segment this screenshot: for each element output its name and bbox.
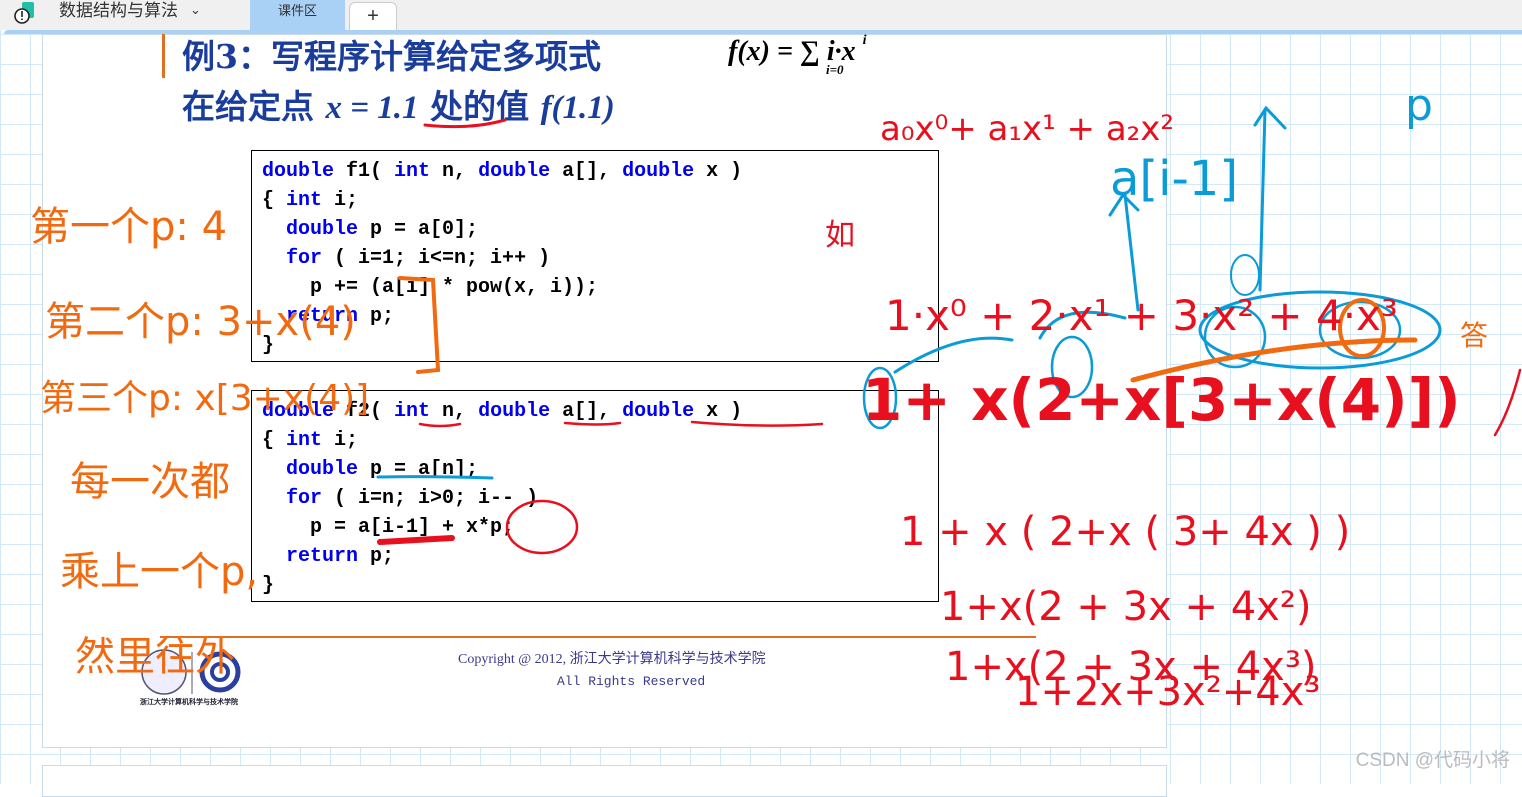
- code-keyword: for: [286, 487, 322, 510]
- code-text: [262, 247, 286, 270]
- chevron-down-icon[interactable]: ⌄: [190, 0, 201, 20]
- code-keyword: int: [286, 189, 322, 212]
- code-line: }: [262, 571, 938, 600]
- title-x-value: x = 1.1: [326, 90, 419, 126]
- code-line: p += (a[i] * pow(x, i));: [262, 273, 938, 302]
- code-line: double f2( int n, double a[], double x ): [262, 397, 938, 426]
- code-text: ( i=n; i>0; i-- ): [322, 487, 538, 510]
- code-text: p += (a[i] * pow(x, i));: [262, 276, 598, 299]
- code-text: a[],: [550, 400, 622, 423]
- code-keyword: double: [478, 400, 550, 423]
- code-line: { int i;: [262, 186, 938, 215]
- code-keyword: double: [262, 160, 334, 183]
- title-f-value: f(1.1): [541, 90, 615, 126]
- code-text: p = a[0];: [358, 218, 478, 241]
- code-keyword: int: [286, 429, 322, 452]
- code-text: p;: [358, 305, 394, 328]
- code-text: n,: [430, 400, 478, 423]
- formula-exponent: i: [863, 33, 867, 48]
- footer-rule: [160, 636, 1036, 638]
- code-keyword: int: [394, 160, 430, 183]
- formula: f(x) = ∑ i·x i i=0: [728, 36, 867, 68]
- code-line: }: [262, 331, 938, 360]
- code-keyword: return: [286, 545, 358, 568]
- slide-title-line2: 在给定点 x = 1.1 处的值 f(1.1): [182, 80, 615, 128]
- code-text: p = a[n];: [358, 458, 478, 481]
- code-line: for ( i=n; i>0; i-- ): [262, 484, 938, 513]
- next-slide-page: [42, 765, 1167, 797]
- code-line: return p;: [262, 542, 938, 571]
- slide-title-line1: 例3：写程序计算给定多项式: [182, 30, 601, 78]
- code-text: [262, 305, 286, 328]
- code-keyword: return: [286, 305, 358, 328]
- code-line: double p = a[0];: [262, 215, 938, 244]
- code-keyword: int: [394, 400, 430, 423]
- code-text: [262, 218, 286, 241]
- code-line: double f1( int n, double a[], double x ): [262, 157, 938, 186]
- code-block-f1: double f1( int n, double a[], double x )…: [251, 150, 939, 362]
- code-text: {: [262, 429, 286, 452]
- notebook-title[interactable]: 数据结构与算法: [59, 0, 178, 22]
- code-text: i;: [322, 429, 358, 452]
- code-text: a[],: [550, 160, 622, 183]
- code-text: x ): [694, 160, 742, 183]
- code-keyword: double: [622, 400, 694, 423]
- copyright-text: Copyright @ 2012, 浙江大学计算机科学与技术学院: [458, 648, 766, 668]
- code-keyword: double: [478, 160, 550, 183]
- code-keyword: double: [286, 218, 358, 241]
- code-text: x ): [694, 400, 742, 423]
- add-section-button[interactable]: +: [349, 2, 397, 31]
- code-line: return p;: [262, 302, 938, 331]
- code-keyword: for: [286, 247, 322, 270]
- rights-text: All Rights Reserved: [557, 674, 705, 689]
- code-text: p;: [358, 545, 394, 568]
- formula-sum-lower: i=0: [826, 62, 844, 78]
- notebook-alert-icon[interactable]: [14, 2, 36, 26]
- code-text: p = a[i-1] + x*p;: [262, 516, 514, 539]
- code-line: for ( i=1; i<=n; i++ ): [262, 244, 938, 273]
- code-keyword: double: [286, 458, 358, 481]
- code-text: [262, 487, 286, 510]
- code-text: i;: [322, 189, 358, 212]
- code-line: double p = a[n];: [262, 455, 938, 484]
- code-keyword: double: [622, 160, 694, 183]
- logo-caption: 浙江大学计算机科学与技术学院: [140, 697, 238, 707]
- code-text: n,: [430, 160, 478, 183]
- title-text: 在给定点: [182, 87, 314, 126]
- tab-courseware[interactable]: 课件区: [250, 0, 345, 30]
- title-accent-bar: [162, 34, 165, 78]
- code-line: p = a[i-1] + x*p;: [262, 513, 938, 542]
- code-text: f1(: [334, 160, 394, 183]
- code-text: {: [262, 189, 286, 212]
- code-text: ( i=1; i<=n; i++ ): [322, 247, 550, 270]
- code-text: [262, 458, 286, 481]
- code-keyword: double: [262, 400, 334, 423]
- code-text: }: [262, 574, 274, 597]
- code-block-f2: double f2( int n, double a[], double x )…: [251, 390, 939, 602]
- title-text: 处的值: [430, 87, 529, 126]
- code-text: }: [262, 334, 274, 357]
- watermark: CSDN @代码小将: [1356, 745, 1510, 772]
- top-bar: 数据结构与算法 ⌄ 课件区 +: [0, 0, 1522, 30]
- code-text: [262, 545, 286, 568]
- code-line: { int i;: [262, 426, 938, 455]
- code-text: f2(: [334, 400, 394, 423]
